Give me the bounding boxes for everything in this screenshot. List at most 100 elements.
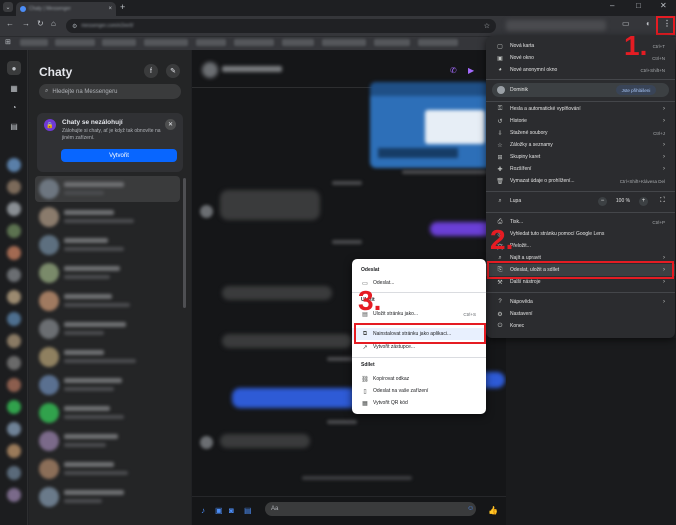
requests-icon[interactable]: ◔ (7, 100, 21, 114)
avatar[interactable] (7, 158, 21, 172)
message-input[interactable]: Aa (265, 502, 476, 516)
bookmark-item[interactable] (102, 39, 136, 46)
fullscreen-icon[interactable]: ⛶ (660, 197, 665, 205)
sticker-icon[interactable]: ◙ (229, 506, 234, 515)
menu-item-copy-link[interactable]: ⛓ Kopírovat odkaz (352, 373, 486, 385)
list-item[interactable] (35, 484, 180, 510)
list-item[interactable] (35, 428, 180, 454)
address-bar[interactable]: ⚙ messenger.com/e2ee/t/ ☆ (66, 19, 496, 33)
apps-icon[interactable]: ⊞ (5, 38, 11, 46)
avatar[interactable] (7, 466, 21, 480)
minimize-button[interactable]: – (610, 1, 614, 10)
avatar[interactable] (7, 422, 21, 436)
menu-item-translate[interactable]: 文 Přeložit... (486, 240, 675, 252)
shared-image[interactable] (370, 82, 492, 168)
message-bubble[interactable] (222, 286, 332, 300)
reload-icon[interactable]: ↻ (37, 19, 44, 28)
bookmark-item[interactable] (374, 39, 410, 46)
extension-icons[interactable] (506, 20, 606, 31)
bookmark-item[interactable] (144, 39, 188, 46)
menu-item-help[interactable]: ? Nápověda › (486, 296, 675, 308)
back-icon[interactable]: ← (6, 19, 14, 28)
call-icon[interactable]: ✆ (450, 66, 457, 75)
zoom-in-button[interactable]: + (639, 196, 648, 206)
avatar[interactable] (7, 334, 21, 348)
list-item[interactable] (35, 288, 180, 314)
like-icon[interactable]: 👍 (488, 506, 498, 515)
create-backup-button[interactable]: Vytvořit (61, 149, 177, 162)
menu-item-passwords[interactable]: ⚿ Hesla a automatické vyplňování › (486, 103, 675, 115)
menu-item-history[interactable]: ↺ Historie › (486, 115, 675, 127)
avatar[interactable] (7, 488, 21, 502)
maximize-button[interactable]: □ (636, 1, 641, 10)
avatar[interactable] (202, 62, 218, 78)
video-call-icon[interactable]: ▶ (468, 66, 474, 75)
avatar[interactable] (7, 224, 21, 238)
bookmark-star-icon[interactable]: ☆ (484, 22, 490, 30)
photo-icon[interactable]: ▣ (215, 506, 223, 515)
home-icon[interactable]: ⌂ (51, 19, 56, 28)
voice-clip-icon[interactable]: ♪ (201, 506, 205, 515)
list-item[interactable] (35, 316, 180, 342)
list-item[interactable] (35, 456, 180, 482)
list-item[interactable] (35, 400, 180, 426)
close-tab-icon[interactable]: × (108, 6, 112, 12)
avatar[interactable] (7, 312, 21, 326)
avatar[interactable] (7, 356, 21, 370)
scrollbar[interactable] (183, 178, 186, 308)
list-item[interactable] (35, 232, 180, 258)
zoom-out-button[interactable]: − (598, 196, 607, 206)
profile-row[interactable]: Dominik Jste přihlášeni (492, 83, 669, 97)
list-item[interactable] (35, 344, 180, 370)
list-item[interactable] (35, 176, 180, 202)
profile-icon[interactable]: ◐ (646, 19, 651, 28)
bookmark-item[interactable] (322, 39, 366, 46)
bookmark-item[interactable] (55, 39, 95, 46)
menu-item-tab-groups[interactable]: ⊞ Skupiny karet › (486, 151, 675, 163)
bookmark-item[interactable] (20, 39, 48, 46)
new-tab-button[interactable]: + (120, 2, 125, 12)
archive-icon[interactable]: ▤ (7, 119, 21, 133)
message-bubble[interactable] (220, 190, 320, 220)
avatar[interactable] (7, 378, 21, 392)
bookmark-item[interactable] (196, 39, 226, 46)
list-item[interactable] (35, 372, 180, 398)
facebook-icon[interactable]: f (144, 64, 158, 78)
emoji-icon[interactable]: ☺ (467, 505, 474, 512)
bookmark-item[interactable] (418, 39, 458, 46)
close-icon[interactable]: ✕ (165, 119, 176, 130)
avatar[interactable] (7, 444, 21, 458)
forward-icon[interactable]: → (22, 19, 30, 28)
sidebar-icon[interactable]: ▭ (622, 19, 630, 28)
marketplace-icon[interactable]: ▦ (7, 81, 21, 95)
tab-search-icon[interactable]: ⌄ (3, 2, 13, 12)
avatar[interactable] (7, 202, 21, 216)
menu-item-send-to-devices[interactable]: ▯ Odeslat na vaše zařízení (352, 385, 486, 397)
menu-item-settings[interactable]: ⚙ Nastavení (486, 308, 675, 320)
menu-item-qr-code[interactable]: ▦ Vytvořit QR kód (352, 397, 486, 409)
avatar[interactable] (7, 246, 21, 260)
message-bubble[interactable] (232, 388, 362, 408)
site-info-icon[interactable]: ⚙ (72, 23, 77, 30)
gif-icon[interactable]: ▤ (244, 506, 252, 515)
bookmark-item[interactable] (234, 39, 274, 46)
bookmark-item[interactable] (282, 39, 314, 46)
message-bubble[interactable] (220, 434, 310, 448)
menu-item-exit[interactable]: ⏻ Konec (486, 320, 675, 332)
list-item[interactable] (35, 260, 180, 286)
menu-item-bookmarks[interactable]: ☆ Záložky a seznamy › (486, 139, 675, 151)
new-message-icon[interactable]: ✎ (166, 64, 180, 78)
menu-item-google-lens[interactable]: ◎ Vyhledat tuto stránku pomocí Google Len… (486, 228, 675, 240)
browser-tab[interactable]: Chaty | Messenger × (16, 2, 116, 16)
menu-item-clear-data[interactable]: 🗑 Vymazat údaje o prohlížení... Ctrl+Shift… (486, 175, 675, 187)
chats-icon[interactable]: ● (7, 61, 21, 75)
menu-item-print[interactable]: ⎙ Tisk... Ctrl+P (486, 216, 675, 228)
avatar[interactable] (7, 268, 21, 282)
list-item[interactable] (35, 204, 180, 230)
avatar[interactable] (7, 290, 21, 304)
menu-item-downloads[interactable]: ⇩ Stažené soubory Ctrl+J (486, 127, 675, 139)
menu-item-extensions[interactable]: ✚ Rozšíření › (486, 163, 675, 175)
avatar[interactable] (7, 400, 21, 414)
message-bubble[interactable] (222, 334, 352, 348)
search-input[interactable]: ⌕ Hledejte na Messengeru (39, 84, 181, 99)
